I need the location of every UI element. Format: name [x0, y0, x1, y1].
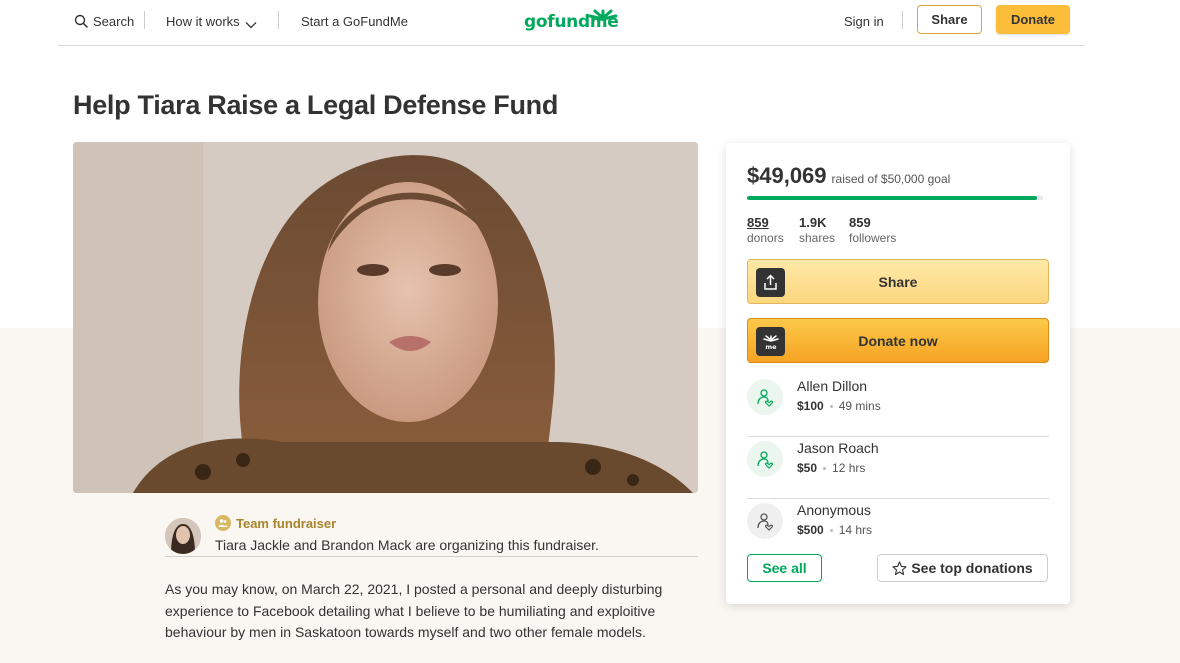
stat-label: shares: [799, 231, 836, 245]
donor-heart-icon: [747, 503, 783, 539]
stat-donors[interactable]: 859 donors: [747, 215, 784, 245]
see-all-button[interactable]: See all: [747, 554, 822, 582]
page-title: Help Tiara Raise a Legal Defense Fund: [73, 90, 559, 120]
donation-item: Anonymous $500 14 hrs: [747, 499, 1049, 561]
team-fundraiser-badge: Team fundraiser: [215, 515, 336, 531]
see-top-donations-label: See top donations: [911, 560, 1033, 576]
progress-fill: [747, 196, 1038, 200]
sprout-icon: [586, 5, 620, 22]
how-it-works-menu[interactable]: How it works: [166, 12, 257, 30]
amount-raised: $49,069 raised of $50,000 goal: [747, 163, 950, 189]
donor-name: Jason Roach: [797, 440, 879, 456]
stat-value: 1.9K: [799, 215, 827, 230]
separator-dot: [829, 404, 833, 408]
organizer-avatar[interactable]: [165, 518, 201, 554]
share-button[interactable]: Share: [747, 259, 1049, 304]
nav-divider: [902, 11, 903, 29]
donate-now-button[interactable]: me Donate now: [747, 318, 1049, 363]
header-share-button[interactable]: Share: [917, 5, 982, 34]
start-fundraiser-link[interactable]: Start a GoFundMe: [301, 12, 408, 30]
start-fundraiser-label: Start a GoFundMe: [301, 13, 408, 29]
sign-in-link[interactable]: Sign in: [844, 12, 884, 30]
stat-label: donors: [747, 231, 784, 245]
stat-value: 859: [747, 215, 769, 230]
donation-time: 14 hrs: [838, 523, 873, 537]
separator-dot: [829, 528, 833, 532]
donation-item: Allen Dillon $100 49 mins: [747, 375, 1049, 437]
nav-divider: [144, 11, 145, 29]
stat-shares: 1.9K shares: [799, 215, 835, 245]
donor-heart-icon: [747, 441, 783, 477]
top-nav: Search How it works Start a GoFundMe gof…: [58, 0, 1084, 46]
donation-sidebar-card: $49,069 raised of $50,000 goal 859 donor…: [726, 143, 1070, 604]
gofundme-logo[interactable]: gofundme: [524, 4, 624, 36]
star-icon: [892, 560, 907, 576]
goal-text: raised of $50,000 goal: [831, 172, 951, 186]
gofundme-me-icon: me: [756, 327, 785, 356]
share-button-label: Share: [878, 273, 918, 290]
stat-followers: 859 followers: [849, 215, 896, 245]
search-label: Search: [93, 13, 135, 29]
donor-name: Allen Dillon: [797, 378, 868, 394]
organizer-description: Tiara Jackle and Brandon Mack are organi…: [215, 537, 599, 553]
chevron-down-icon: [245, 17, 257, 29]
donation-amount: $50: [797, 461, 818, 475]
progress-bar: [747, 196, 1043, 200]
team-fundraiser-label: Team fundraiser: [236, 515, 337, 531]
donation-amount: $100: [797, 399, 824, 413]
donation-time: 12 hrs: [832, 461, 866, 475]
stat-value: 859: [849, 215, 871, 230]
stat-label: followers: [849, 231, 897, 245]
story-text: As you may know, on March 22, 2021, I po…: [165, 581, 663, 640]
share-icon: [756, 268, 785, 297]
donate-now-label: Donate now: [858, 332, 938, 349]
search-link[interactable]: Search: [74, 12, 134, 30]
donation-item: Jason Roach $50 12 hrs: [747, 437, 1049, 499]
svg-text:me: me: [765, 343, 777, 350]
separator-dot: [823, 466, 827, 470]
how-it-works-label: How it works: [166, 13, 240, 29]
donor-heart-icon: [747, 379, 783, 415]
donation-meta: $100 49 mins: [797, 399, 881, 413]
donation-meta: $50 12 hrs: [797, 461, 865, 475]
see-top-donations-button[interactable]: See top donations: [877, 554, 1048, 582]
raised-amount: $49,069: [747, 163, 827, 188]
campaign-hero-image: [73, 142, 698, 493]
donation-amount: $500: [797, 523, 824, 537]
donation-time: 49 mins: [838, 399, 881, 413]
nav-divider: [278, 11, 279, 29]
sign-in-label: Sign in: [844, 13, 884, 29]
team-icon: [215, 515, 231, 531]
donor-name: Anonymous: [797, 502, 871, 518]
organizer-divider: [165, 556, 698, 557]
search-icon: [74, 14, 88, 28]
donation-meta: $500 14 hrs: [797, 523, 872, 537]
header-donate-button[interactable]: Donate: [996, 5, 1070, 34]
